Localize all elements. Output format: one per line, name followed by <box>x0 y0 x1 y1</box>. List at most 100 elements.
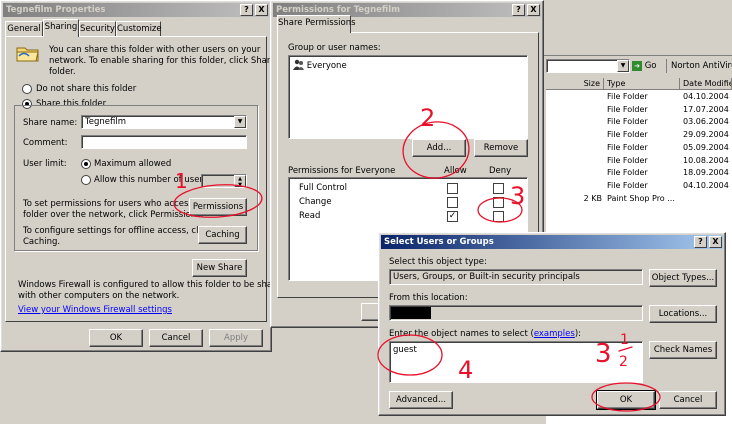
address-bar[interactable]: ▼ <box>546 59 630 73</box>
help-button[interactable]: ? <box>240 4 253 16</box>
users-group-icon <box>293 59 304 70</box>
chevron-down-icon[interactable]: ▼ <box>234 116 246 128</box>
cell-type: File Folder <box>607 117 648 127</box>
go-arrow-icon: ➔ <box>632 61 642 71</box>
tab-customize[interactable]: Customize <box>116 21 162 37</box>
tab-security[interactable]: Security <box>79 21 116 37</box>
change-deny-checkbox[interactable] <box>493 197 504 208</box>
object-types-button[interactable]: Object Types... <box>649 269 717 287</box>
properties-cancel-button[interactable]: Cancel <box>149 329 203 347</box>
permission-name: Read <box>299 211 321 221</box>
cell-date: 05.09.2004 <box>683 142 729 152</box>
object-names-label: Enter the object names to select (exampl… <box>389 329 581 339</box>
properties-title: Tegnefilm Properties <box>6 5 106 15</box>
permission-name: Change <box>299 197 332 207</box>
full-control-deny-checkbox[interactable] <box>493 183 504 194</box>
read-allow-checkbox[interactable]: ✓ <box>447 211 458 222</box>
comment-field[interactable] <box>81 135 247 149</box>
allow-number-radio[interactable] <box>81 175 91 185</box>
select-ok-button[interactable]: OK <box>596 390 656 410</box>
share-name-label: Share name: <box>23 118 78 128</box>
go-button[interactable]: ➔ Go <box>632 59 662 73</box>
full-control-allow-checkbox[interactable] <box>447 183 458 194</box>
properties-titlebar[interactable]: Tegnefilm Properties ? X <box>3 3 269 17</box>
object-names-input[interactable]: guest <box>389 341 643 383</box>
norton-antivirus-button[interactable]: Norton AntiVirus <box>666 59 732 73</box>
permissions-text-line-1: To set permissions for users who access … <box>23 199 212 209</box>
permissions-button[interactable]: Permissions <box>189 198 247 216</box>
locations-button[interactable]: Locations... <box>649 305 717 323</box>
share-name-value: Tegnefilm <box>85 117 126 127</box>
select-users-title: Select Users or Groups <box>384 237 494 247</box>
examples-link[interactable]: examples <box>534 329 575 339</box>
share-name-select[interactable]: Tegnefilm ▼ <box>81 115 247 129</box>
cell-date: 17.07.2004 <box>683 104 729 114</box>
maximum-allowed-label[interactable]: Maximum allowed <box>94 159 171 169</box>
tab-general[interactable]: General <box>5 21 43 37</box>
object-names-label-suffix: ): <box>574 329 582 339</box>
column-header-date-modified[interactable]: Date Modified <box>680 78 732 90</box>
explorer-toolbar <box>540 0 732 56</box>
user-item-everyone[interactable]: Everyone <box>293 59 347 71</box>
spin-arrows-icon[interactable]: ▲ ▼ <box>234 175 246 187</box>
object-type-field: Users, Groups, or Built-in security prin… <box>389 269 643 285</box>
close-button[interactable]: X <box>527 4 540 16</box>
select-cancel-button[interactable]: Cancel <box>659 391 717 409</box>
sharing-tab-panel: You can share this folder with other use… <box>5 36 294 322</box>
object-names-label-prefix: Enter the object names to select ( <box>389 329 534 339</box>
column-header-size[interactable]: Size <box>546 78 604 90</box>
cell-type: File Folder <box>607 130 648 140</box>
location-field <box>389 305 643 321</box>
help-button[interactable]: ? <box>694 236 707 248</box>
column-header-type[interactable]: Type <box>604 78 680 90</box>
cell-type: File Folder <box>607 155 648 165</box>
properties-window: Tegnefilm Properties ? X General Sharing… <box>0 0 294 352</box>
new-share-button[interactable]: New Share <box>192 259 247 277</box>
properties-ok-button[interactable]: OK <box>89 329 143 347</box>
read-deny-checkbox[interactable] <box>493 211 504 222</box>
cell-date: 04.10.2004 <box>683 180 729 190</box>
cell-type: File Folder <box>607 142 648 152</box>
cell-type: Paint Shop Pro ... <box>607 193 675 203</box>
caching-text-line-1: To configure settings for offline access… <box>23 226 211 236</box>
permissions-text-line-2: folder over the network, click Permissio… <box>23 210 204 220</box>
permissions-for-label: Permissions for Everyone <box>288 166 396 176</box>
deny-header: Deny <box>489 166 512 176</box>
do-not-share-radio[interactable] <box>22 84 32 94</box>
check-names-button[interactable]: Check Names <box>649 341 717 359</box>
help-button[interactable]: ? <box>512 4 525 16</box>
redacted-location <box>391 307 431 319</box>
remove-button[interactable]: Remove <box>474 139 528 157</box>
go-label: Go <box>644 61 657 71</box>
advanced-button[interactable]: Advanced... <box>389 391 453 409</box>
add-button[interactable]: Add... <box>412 139 466 157</box>
chevron-down-icon[interactable]: ▼ <box>617 60 629 72</box>
tab-sharing[interactable]: Sharing <box>43 19 79 37</box>
cell-type: File Folder <box>607 92 648 101</box>
firewall-text-line-1: Windows Firewall is configured to allow … <box>18 280 287 290</box>
user-limit-label: User limit: <box>23 159 67 169</box>
firewall-settings-link[interactable]: View your Windows Firewall settings <box>18 305 172 315</box>
close-button[interactable]: X <box>709 236 722 248</box>
cell-type: File Folder <box>607 104 648 114</box>
allow-number-label[interactable]: Allow this number of users: <box>94 175 210 185</box>
tab-share-permissions[interactable]: Share Permissions <box>277 15 356 33</box>
sharing-intro-line-2: network. To enable sharing for this fold… <box>49 56 294 66</box>
caching-button[interactable]: Caching <box>198 226 247 244</box>
caching-text-line-2: Caching. <box>23 237 61 247</box>
change-allow-checkbox[interactable] <box>447 197 458 208</box>
user-count-stepper[interactable]: ▲ ▼ <box>201 174 247 188</box>
maximum-allowed-radio[interactable] <box>81 159 91 169</box>
close-button[interactable]: X <box>255 4 268 16</box>
permissions-title: Permissions for Tegnefilm <box>276 5 400 15</box>
do-not-share-label[interactable]: Do not share this folder <box>36 84 136 94</box>
properties-apply-button[interactable]: Apply <box>209 329 263 347</box>
shared-folder-icon <box>16 44 40 62</box>
group-names-list[interactable]: Everyone <box>288 55 528 139</box>
sharing-intro-line-1: You can share this folder with other use… <box>49 45 261 55</box>
cell-date: 03.06.2004 <box>683 117 729 127</box>
cell-size: 2 KB <box>583 193 602 203</box>
user-name: Everyone <box>306 61 347 71</box>
location-label: From this location: <box>389 293 468 303</box>
select-users-titlebar[interactable]: Select Users or Groups ? X <box>381 235 723 249</box>
